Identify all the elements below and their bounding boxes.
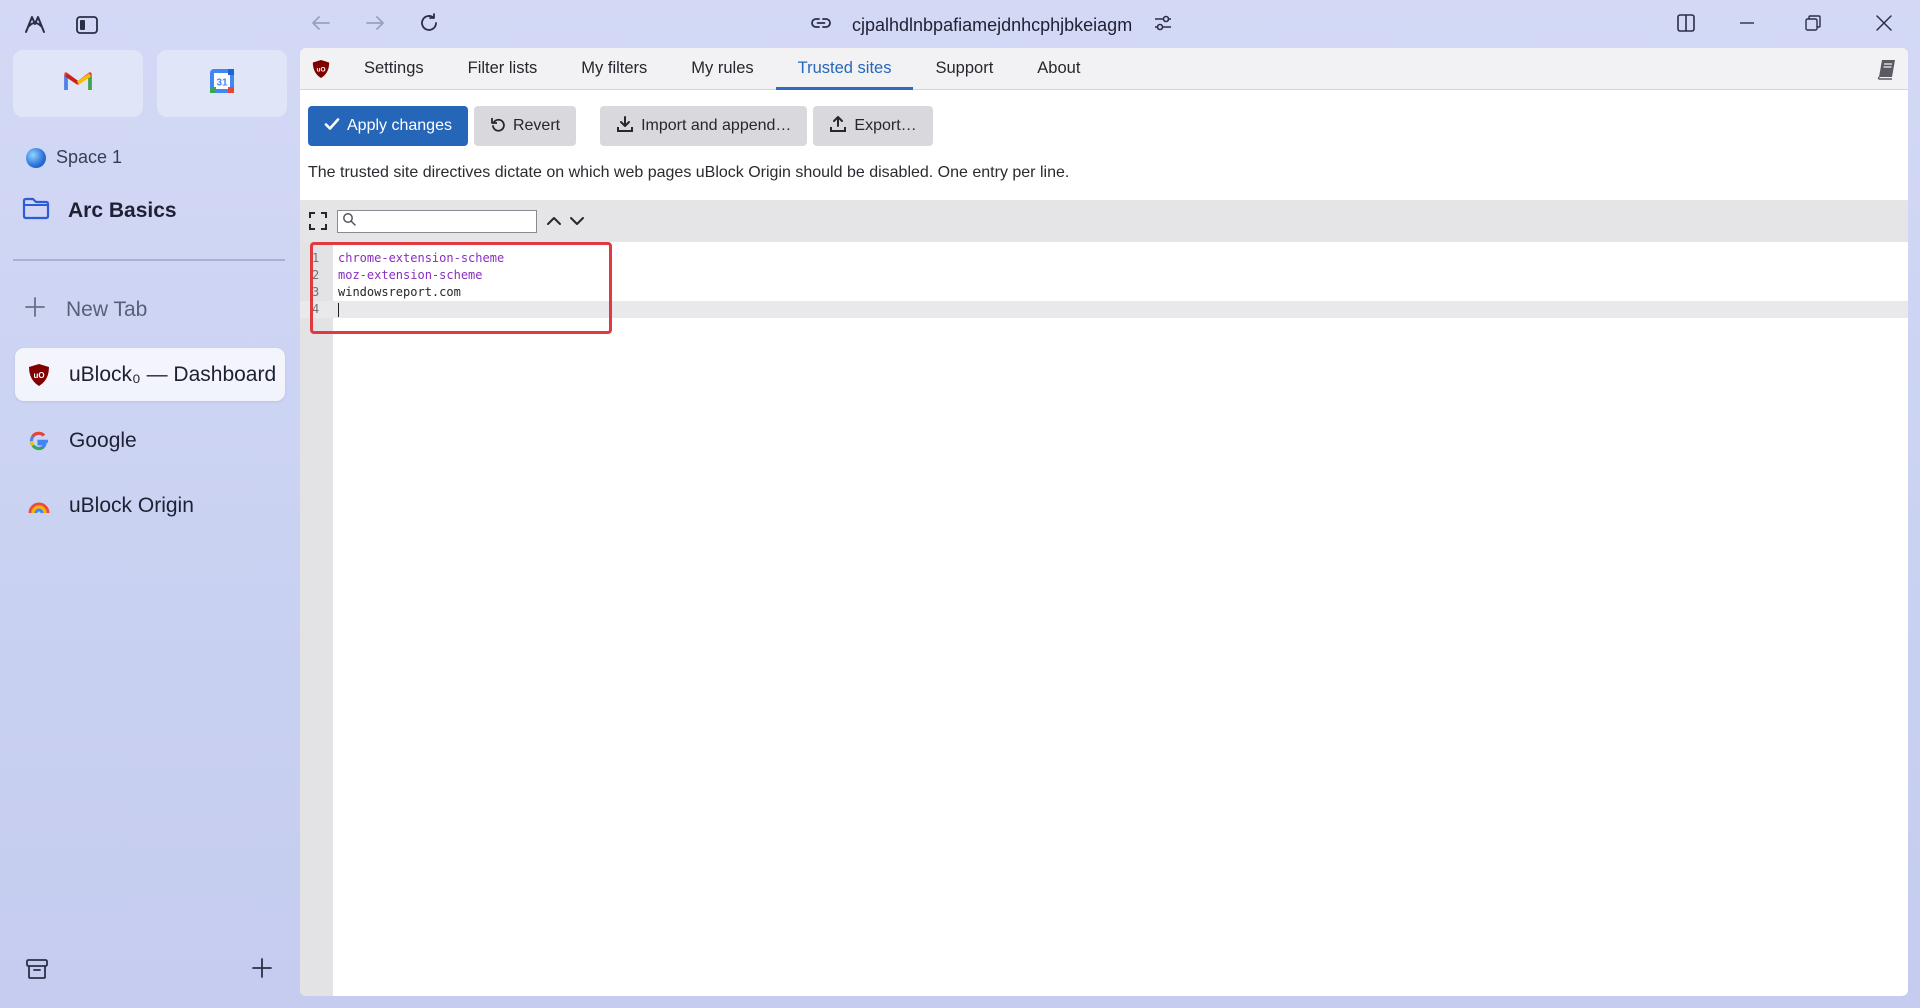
favorites-row: 31: [13, 50, 287, 117]
revert-button[interactable]: Revert: [473, 106, 577, 146]
tab-my-filters[interactable]: My filters: [559, 48, 669, 89]
import-append-label: Import and append…: [641, 117, 792, 134]
restore-button[interactable]: [1800, 12, 1826, 38]
add-icon[interactable]: [250, 956, 274, 987]
folder-arc-basics[interactable]: Arc Basics: [22, 196, 177, 226]
checkmark-icon: [324, 116, 340, 137]
sidebar-tab-ublock-origin[interactable]: uBlock Origin: [15, 479, 285, 532]
apply-changes-button[interactable]: Apply changes: [308, 106, 468, 146]
tab-my-rules[interactable]: My rules: [669, 48, 775, 89]
globe-icon: [26, 147, 46, 168]
space-switcher[interactable]: Space 1: [26, 147, 122, 168]
tab-about[interactable]: About: [1015, 48, 1102, 89]
annotation-highlight-box: [310, 242, 612, 334]
svg-text:31: 31: [216, 78, 228, 89]
sidebar-tab-label: uBlock Origin: [69, 493, 194, 517]
search-icon: [342, 212, 356, 231]
fullscreen-icon[interactable]: [308, 211, 328, 231]
arrow-right-icon: [364, 12, 386, 39]
tab-support[interactable]: Support: [913, 48, 1015, 89]
minimize-icon: [1737, 13, 1757, 38]
google-calendar-icon: 31: [209, 68, 235, 99]
google-icon: [27, 429, 51, 453]
trusted-sites-editor[interactable]: 1 chrome-extension-scheme 2 moz-extensio…: [300, 242, 1908, 996]
rainbow-icon: [27, 494, 51, 518]
sidebar-tab-label: Google: [69, 428, 137, 452]
tab-settings[interactable]: Settings: [342, 48, 446, 89]
ublock-logo-icon: uO: [300, 48, 342, 89]
link-icon[interactable]: [810, 12, 832, 39]
sidebar: 31 Space 1 Arc Basics New Tab uO uBlock₀…: [0, 0, 300, 1008]
editor-search: [337, 210, 537, 233]
folder-label: Arc Basics: [68, 199, 177, 222]
import-append-button[interactable]: Import and append…: [600, 106, 808, 146]
minimize-button[interactable]: [1734, 12, 1760, 38]
address-bar[interactable]: cjpalhdlnbpafiamejdnhcphjbkeiagm: [810, 12, 1174, 39]
svg-text:uO: uO: [316, 66, 325, 73]
new-tab-label: New Tab: [66, 298, 148, 321]
search-input[interactable]: [356, 212, 536, 231]
revert-label: Revert: [512, 117, 561, 134]
ublock-icon: uO: [27, 363, 51, 387]
editor-toolbar: [300, 200, 1908, 242]
sidebar-top-controls: [22, 12, 100, 38]
plus-icon: [24, 296, 46, 324]
web-content: uO Settings Filter lists My filters My r…: [300, 48, 1908, 996]
close-button[interactable]: [1871, 12, 1897, 38]
split-view-icon: [1676, 13, 1696, 38]
sidebar-tab-google[interactable]: Google: [15, 414, 285, 467]
dashboard-tabs: uO Settings Filter lists My filters My r…: [300, 48, 1908, 90]
reload-button[interactable]: [416, 12, 442, 38]
back-button[interactable]: [308, 12, 334, 38]
title-bar: cjpalhdlnbpafiamejdnhcphjbkeiagm: [300, 0, 1920, 48]
close-icon: [1874, 13, 1894, 38]
archive-icon[interactable]: [24, 956, 50, 987]
upload-icon: [829, 115, 847, 138]
favorite-calendar[interactable]: 31: [157, 50, 287, 117]
arc-logo-icon[interactable]: [22, 12, 48, 38]
toggle-sidebar-icon[interactable]: [74, 12, 100, 38]
chevron-up-icon[interactable]: [545, 212, 563, 230]
sidebar-bottom-controls: [24, 956, 274, 987]
download-icon: [616, 115, 634, 138]
split-view-button[interactable]: [1673, 12, 1699, 38]
favorite-gmail[interactable]: [13, 50, 143, 117]
action-toolbar: Apply changes Revert Import and append… …: [308, 106, 939, 146]
restore-icon: [1803, 13, 1823, 38]
space-name: Space 1: [56, 147, 123, 167]
new-tab-button[interactable]: New Tab: [24, 296, 147, 324]
export-label: Export…: [854, 117, 917, 134]
folder-icon: [22, 196, 50, 226]
tab-trusted-sites[interactable]: Trusted sites: [775, 48, 914, 90]
sidebar-tab-ublock-dashboard[interactable]: uO uBlock₀ — Dashboard: [15, 348, 285, 401]
reload-icon: [418, 12, 440, 39]
tab-filter-lists[interactable]: Filter lists: [446, 48, 560, 89]
export-button[interactable]: Export…: [813, 106, 933, 146]
forward-button[interactable]: [362, 12, 388, 38]
svg-text:uO: uO: [33, 371, 44, 380]
apply-changes-label: Apply changes: [347, 117, 452, 134]
url-text[interactable]: cjpalhdlnbpafiamejdnhcphjbkeiagm: [852, 15, 1132, 36]
line-number-gutter: [300, 242, 333, 996]
chevron-down-icon[interactable]: [568, 212, 586, 230]
sidebar-divider: [13, 259, 285, 261]
sidebar-tab-label: uBlock₀ — Dashboard: [69, 362, 277, 386]
trusted-sites-description: The trusted site directives dictate on w…: [308, 164, 1070, 181]
arrow-left-icon: [310, 12, 332, 39]
undo-icon: [490, 116, 506, 137]
gmail-icon: [64, 70, 92, 97]
book-icon[interactable]: [1874, 56, 1900, 82]
site-controls-icon[interactable]: [1152, 12, 1174, 39]
